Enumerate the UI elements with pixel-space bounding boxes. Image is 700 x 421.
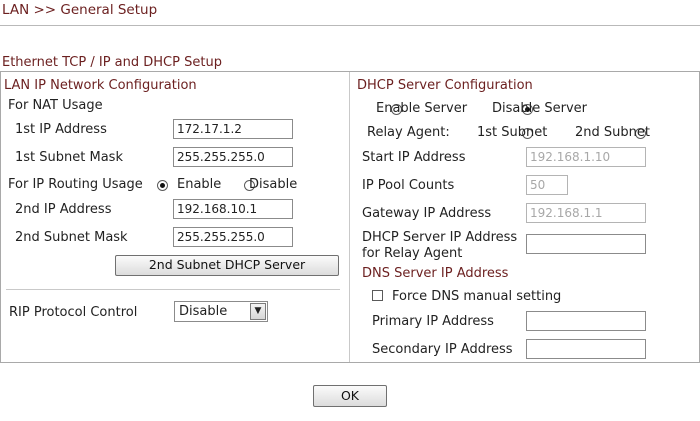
chevron-down-icon[interactable]: ▼ bbox=[250, 303, 266, 320]
column-divider bbox=[349, 72, 350, 362]
relay-1st-label: 1st Subnet bbox=[477, 125, 548, 140]
force-dns-label: Force DNS manual setting bbox=[392, 289, 562, 304]
routing-enable-radio[interactable] bbox=[157, 180, 168, 191]
dhcp-disable-label: Disable Server bbox=[492, 101, 587, 116]
panel-left-border bbox=[0, 72, 1, 362]
primary-dns-input[interactable] bbox=[526, 311, 646, 331]
relay-agent-label: Relay Agent: bbox=[367, 125, 450, 140]
lan-config-header: LAN IP Network Configuration bbox=[4, 78, 197, 93]
routing-disable-label: Disable bbox=[249, 177, 298, 192]
pool-count-input[interactable]: 50 bbox=[526, 175, 568, 195]
left-section-divider bbox=[6, 289, 340, 290]
rip-select-value: Disable bbox=[179, 304, 228, 319]
gateway-ip-input[interactable]: 192.168.1.1 bbox=[526, 203, 646, 223]
start-ip-input[interactable]: 192.168.1.10 bbox=[526, 147, 646, 167]
force-dns-checkbox[interactable] bbox=[372, 290, 383, 301]
secondary-dns-input[interactable] bbox=[526, 339, 646, 359]
secondary-dns-label: Secondary IP Address bbox=[372, 342, 513, 357]
mask2-label: 2nd Subnet Mask bbox=[15, 230, 128, 245]
dns-header: DNS Server IP Address bbox=[362, 266, 509, 281]
relay-ip-label-line2: for Relay Agent bbox=[362, 246, 463, 261]
nat-usage-label: For NAT Usage bbox=[8, 98, 103, 113]
ip2-label: 2nd IP Address bbox=[15, 202, 112, 217]
routing-usage-label: For IP Routing Usage bbox=[8, 177, 143, 192]
page-title: Ethernet TCP / IP and DHCP Setup bbox=[2, 55, 222, 70]
ok-button[interactable]: OK bbox=[313, 385, 387, 407]
ip2-input[interactable]: 192.168.10.1 bbox=[173, 199, 293, 219]
rip-label: RIP Protocol Control bbox=[9, 305, 138, 320]
top-divider bbox=[0, 25, 700, 26]
mask1-input[interactable]: 255.255.255.0 bbox=[173, 147, 293, 167]
mask2-input[interactable]: 255.255.255.0 bbox=[173, 227, 293, 247]
ip1-input[interactable]: 172.17.1.2 bbox=[173, 119, 293, 139]
dhcp-2nd-subnet-button[interactable]: 2nd Subnet DHCP Server bbox=[115, 255, 339, 276]
dhcp-enable-label: Enable Server bbox=[376, 101, 468, 116]
relay-ip-label-line1: DHCP Server IP Address bbox=[362, 230, 518, 245]
mask1-label: 1st Subnet Mask bbox=[15, 150, 123, 165]
relay-2nd-label: 2nd Subnet bbox=[575, 125, 650, 140]
dhcp-config-header: DHCP Server Configuration bbox=[357, 78, 533, 93]
pool-count-label: IP Pool Counts bbox=[362, 178, 455, 193]
routing-enable-label: Enable bbox=[177, 177, 222, 192]
relay-ip-input[interactable] bbox=[526, 234, 646, 254]
primary-dns-label: Primary IP Address bbox=[372, 314, 494, 329]
breadcrumb: LAN >> General Setup bbox=[2, 2, 158, 18]
start-ip-label: Start IP Address bbox=[362, 150, 466, 165]
ip1-label: 1st IP Address bbox=[15, 122, 107, 137]
rip-select[interactable]: Disable ▼ bbox=[174, 301, 268, 322]
gateway-ip-label: Gateway IP Address bbox=[362, 206, 492, 221]
